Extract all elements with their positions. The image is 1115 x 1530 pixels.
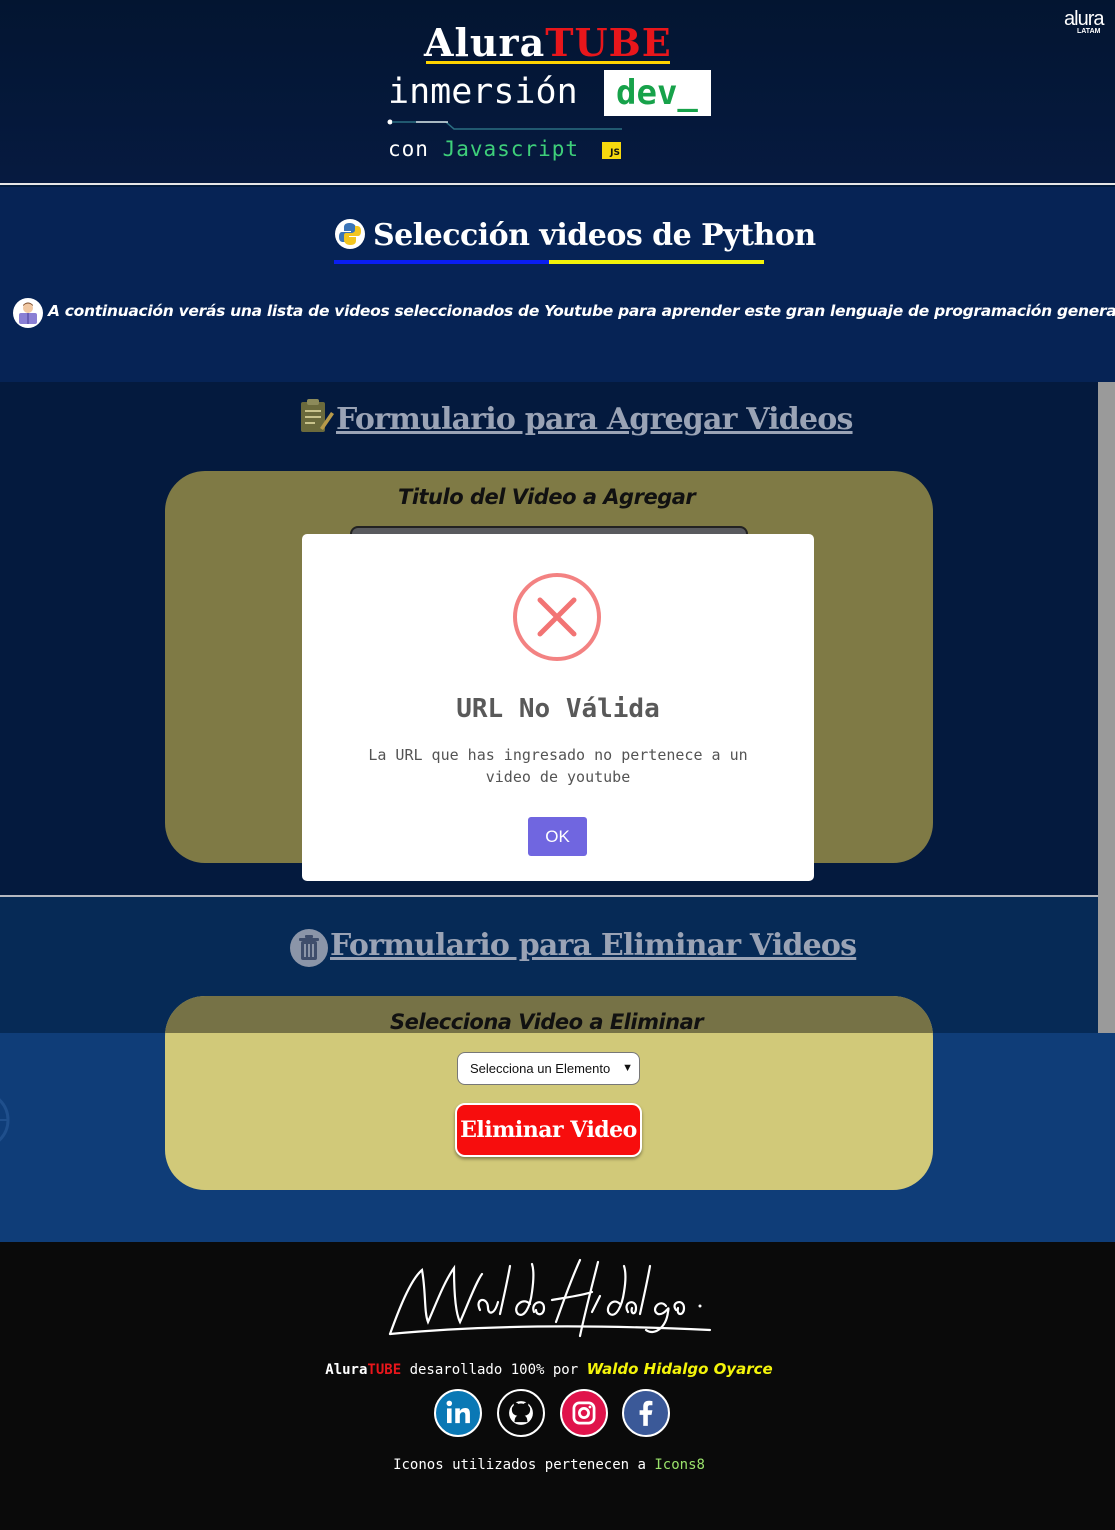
error-modal: URL No Válida La URL que has ingresado n… [302, 534, 814, 881]
trash-icon [290, 929, 328, 967]
icons8-link[interactable]: Icons8 [654, 1457, 705, 1473]
con-label: con [388, 137, 429, 161]
brand-tube: TUBE [545, 20, 672, 65]
scrollbar[interactable] [1098, 382, 1115, 1033]
globe-decoration-icon [0, 1098, 10, 1142]
intro-text: A continuación verás una lista de videos… [48, 302, 1115, 320]
linkedin-icon[interactable] [434, 1389, 482, 1437]
js-icon: JS [602, 142, 621, 159]
video-select-value: Selecciona un Elemento [470, 1061, 611, 1076]
chevron-down-icon: ▼ [622, 1062, 633, 1074]
icons-credit: Iconos utilizados pertenecen a Icons8 [0, 1457, 1098, 1473]
circuit-line-icon [387, 119, 622, 130]
github-icon[interactable] [497, 1389, 545, 1437]
video-select[interactable]: Selecciona un Elemento ▼ [457, 1052, 640, 1085]
author-name: Waldo Hidalgo Oyarce [586, 1360, 773, 1378]
section-title: Selección videos de Python [373, 218, 816, 253]
javascript-label: Javascript [442, 137, 580, 161]
brand-alura: Alura [424, 20, 546, 65]
footer-brand-alura: Alura [325, 1362, 368, 1378]
title-underline-blue [334, 260, 549, 264]
python-icon [335, 219, 365, 249]
intro-section [0, 187, 1115, 382]
delete-video-button[interactable]: Eliminar Video [455, 1103, 642, 1157]
video-title-label: Titulo del Video a Agregar [398, 485, 696, 509]
developed-text: desarollado 100% por [401, 1362, 587, 1378]
instagram-icon[interactable] [560, 1389, 608, 1437]
modal-message: La URL que has ingresado no pertenece a … [368, 746, 748, 786]
error-x-icon [513, 573, 601, 661]
con-javascript: con Javascript [388, 137, 579, 161]
footer-brand-tube: TUBE [367, 1362, 402, 1378]
alura-corner-logo[interactable]: alura LATAM [1064, 8, 1104, 35]
inmersion-label: inmersión [388, 72, 578, 112]
alura-corner-text: alura [1064, 8, 1104, 30]
signature-logo [388, 1258, 712, 1338]
title-underline-yellow [549, 260, 764, 264]
brand-underline [426, 61, 670, 64]
form-edit-icon [301, 399, 334, 432]
modal-title: URL No Válida [456, 694, 660, 724]
reader-icon [13, 298, 43, 328]
ok-button[interactable]: OK [528, 817, 587, 856]
add-form-title: Formulario para Agregar Videos [336, 402, 853, 437]
select-video-label: Selecciona Video a Eliminar [390, 1010, 704, 1034]
dev-badge: dev_ [604, 70, 711, 116]
delete-form-title: Formulario para Eliminar Videos [330, 928, 857, 963]
footer-credits: AluraTUBE desarollado 100% por Waldo Hid… [0, 1360, 1098, 1378]
alura-corner-sub: LATAM [1077, 28, 1101, 35]
icons-credit-text: Iconos utilizados pertenecen a [393, 1457, 655, 1473]
brand-logo: AluraTUBE [424, 20, 672, 65]
facebook-icon[interactable] [622, 1389, 670, 1437]
